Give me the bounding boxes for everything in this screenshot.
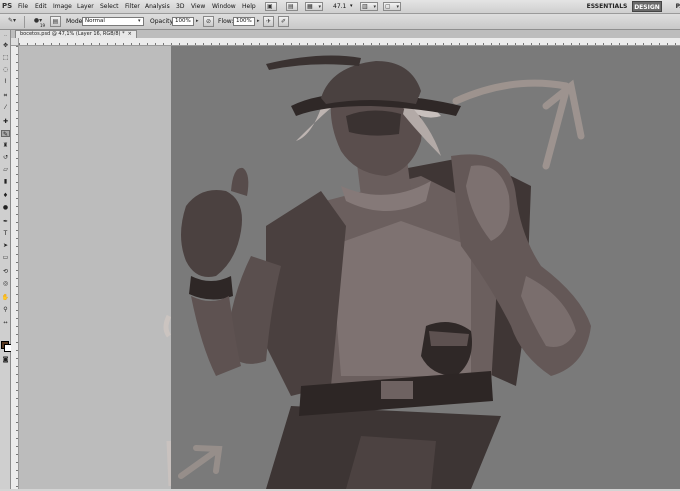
mini-bridge-icon: ▤ xyxy=(288,3,294,10)
brush-size-value: 19 xyxy=(40,23,46,28)
zoom-level-dropdown[interactable]: 47.1 xyxy=(333,3,346,10)
app-logo: PS xyxy=(2,2,13,10)
swap-colors-icon[interactable]: ↔ xyxy=(1,320,10,327)
chevron-down-icon: ▾ xyxy=(13,17,17,24)
menu-select[interactable]: Select xyxy=(100,3,119,10)
flow-input[interactable]: 100% xyxy=(233,17,255,26)
marquee-icon[interactable]: ⬚ xyxy=(1,54,10,61)
crop-icon[interactable]: ⌗ xyxy=(1,92,10,99)
view-extras-icon: ▦ xyxy=(307,3,313,10)
menu-file[interactable]: File xyxy=(18,3,28,10)
eraser-icon[interactable]: ▱ xyxy=(1,166,10,173)
brush-icon[interactable]: ✎ xyxy=(1,130,10,138)
healing-icon[interactable]: ✚ xyxy=(1,118,10,125)
pen-icon[interactable]: ✒ xyxy=(1,218,10,225)
3d-orbit-icon[interactable]: ◎ xyxy=(1,280,10,287)
view-extras-button[interactable]: ▦ ▾ xyxy=(305,2,323,11)
gradient-icon[interactable]: ▮ xyxy=(1,178,10,185)
menu-3d[interactable]: 3D xyxy=(176,3,184,10)
move-icon[interactable]: ✥ xyxy=(1,42,10,49)
mode-select[interactable]: Normal xyxy=(82,17,144,26)
chevron-down-icon: ▾ xyxy=(373,4,376,10)
chevron-down-icon: ▾ xyxy=(396,4,399,10)
quick-mask-icon[interactable]: ◙ xyxy=(1,356,10,363)
options-bar: ✎▾ ●▾ ▤ Mode: Normal ▾ Opacity: 100% ▸ ⊘… xyxy=(0,14,680,30)
menu-layer[interactable]: Layer xyxy=(77,3,94,10)
menu-analysis[interactable]: Analysis xyxy=(145,3,170,10)
opacity-input[interactable]: 100% xyxy=(172,17,194,26)
menu-window[interactable]: Window xyxy=(212,3,236,10)
tools-panel: ·· ✥ ⬚ ◌ ⌇ ⌗ ⁄ ✚ ✎ ♜ ↺ ▱ ▮ ♦ ● ✒ T ➤ ▭ ⟲… xyxy=(0,30,12,489)
sketch-arrow-bottom-left xyxy=(178,445,223,479)
chevron-down-icon: ▾ xyxy=(318,4,321,10)
close-icon[interactable]: × xyxy=(128,31,132,37)
document-canvas[interactable] xyxy=(171,46,680,489)
mini-bridge-button[interactable]: ▤ xyxy=(286,2,298,11)
type-icon[interactable]: T xyxy=(1,230,10,237)
pasteboard-sketch-marks xyxy=(163,314,174,487)
panel-grip[interactable]: ·· xyxy=(1,32,10,38)
separator xyxy=(24,16,25,28)
workspace-design[interactable]: DESIGN xyxy=(632,1,662,12)
opacity-label: Opacity: xyxy=(150,18,175,25)
pen-pressure-icon: ⊘ xyxy=(205,18,212,25)
zoom-icon[interactable]: ⚲ xyxy=(1,306,10,313)
toggle-brush-panel-button[interactable]: ▤ xyxy=(50,16,61,27)
pen-pressure-icon: ✐ xyxy=(280,18,287,25)
ruler-origin[interactable] xyxy=(11,38,19,46)
hand-icon[interactable]: ✋ xyxy=(1,294,10,301)
pasteboard xyxy=(19,46,174,489)
screen-mode-button[interactable]: ▢ ▾ xyxy=(383,2,401,11)
chevron-down-icon: ▾ xyxy=(138,18,141,24)
horizontal-ruler[interactable] xyxy=(19,38,680,46)
dodge-icon[interactable]: ● xyxy=(1,204,10,211)
airbrush-icon: ✈ xyxy=(265,18,272,25)
menu-edit[interactable]: Edit xyxy=(35,3,47,10)
quick-select-icon[interactable]: ⌇ xyxy=(1,78,10,85)
bridge-button[interactable]: ▣ xyxy=(265,2,277,11)
tablet-pressure-opacity-button[interactable]: ⊘ xyxy=(203,16,214,27)
digital-painting xyxy=(178,55,591,489)
path-select-icon[interactable]: ➤ xyxy=(1,242,10,249)
blur-icon[interactable]: ♦ xyxy=(1,192,10,199)
sketch-arrow-top-right xyxy=(452,79,585,170)
brush-panel-icon: ▤ xyxy=(52,18,59,25)
workspace-essentials[interactable]: ESSENTIALS xyxy=(586,1,628,12)
shape-icon[interactable]: ▭ xyxy=(1,254,10,261)
document-tab-title: bocetos.psd @ 47,1% (Layer 16, RGB/8) * xyxy=(20,31,125,37)
tablet-pressure-size-button[interactable]: ✐ xyxy=(278,16,289,27)
workspace-painting[interactable]: PAI xyxy=(666,1,680,12)
3d-rotate-icon[interactable]: ⟲ xyxy=(1,268,10,275)
menu-help[interactable]: Help xyxy=(242,3,256,10)
menu-filter[interactable]: Filter xyxy=(125,3,140,10)
tool-preset-picker[interactable]: ✎▾ xyxy=(2,16,22,27)
chevron-down-icon: ▾ xyxy=(350,3,353,9)
menu-image[interactable]: Image xyxy=(53,3,72,10)
clone-stamp-icon[interactable]: ♜ xyxy=(1,142,10,149)
arrange-icon: ▥ xyxy=(362,3,368,10)
document-tab-bar: bocetos.psd @ 47,1% (Layer 16, RGB/8) * × xyxy=(11,30,680,38)
flow-slider-toggle[interactable]: ▸ xyxy=(257,18,260,24)
menu-bar: PS File Edit Image Layer Select Filter A… xyxy=(0,0,680,14)
document-tab[interactable]: bocetos.psd @ 47,1% (Layer 16, RGB/8) * × xyxy=(15,30,137,38)
bridge-icon: ▣ xyxy=(267,3,273,10)
menu-view[interactable]: View xyxy=(191,3,205,10)
airbrush-button[interactable]: ✈ xyxy=(263,16,274,27)
character-figure xyxy=(181,55,591,489)
history-brush-icon[interactable]: ↺ xyxy=(1,154,10,161)
opacity-slider-toggle[interactable]: ▸ xyxy=(196,18,199,24)
vertical-ruler[interactable] xyxy=(11,46,19,489)
flow-label: Flow: xyxy=(218,18,234,25)
arrange-documents-button[interactable]: ▥ ▾ xyxy=(360,2,378,11)
screen-mode-icon: ▢ xyxy=(385,3,391,10)
lasso-icon[interactable]: ◌ xyxy=(1,66,10,73)
eyedropper-icon[interactable]: ⁄ xyxy=(1,104,10,111)
